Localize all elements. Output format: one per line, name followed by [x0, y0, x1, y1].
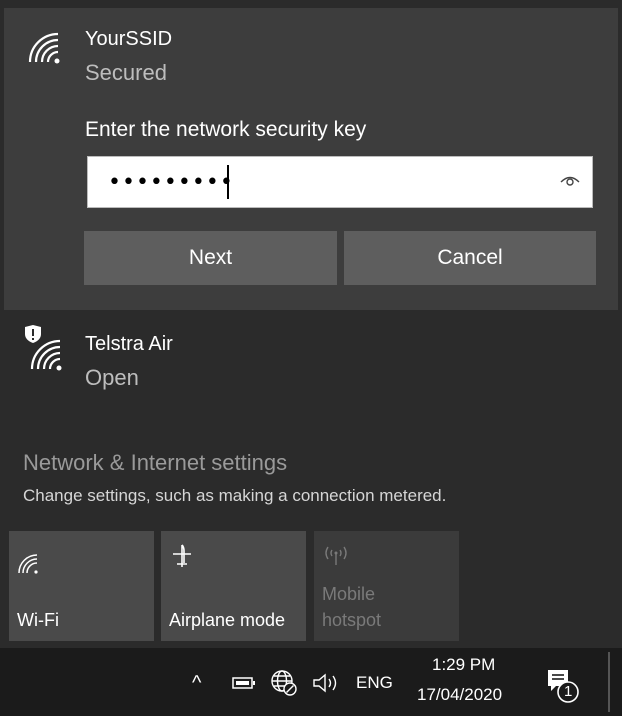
wifi-toggle-tile[interactable]: Wi-Fi: [9, 531, 154, 641]
tile-label-line2: hotspot: [322, 610, 382, 630]
security-key-input[interactable]: •••••••••: [87, 156, 593, 208]
next-button[interactable]: Next: [84, 231, 337, 285]
clock-date[interactable]: 17/04/2020: [417, 685, 502, 705]
network-settings-description: Change settings, such as making a connec…: [23, 486, 447, 505]
wifi-shield-warning-icon: [25, 325, 62, 371]
tile-label: Wi-Fi: [17, 610, 59, 630]
network-settings-link[interactable]: Network & Internet settings: [23, 450, 287, 476]
security-key-label: Enter the network security key: [85, 118, 367, 141]
hotspot-icon: [325, 546, 347, 565]
eye-icon[interactable]: [560, 173, 580, 187]
airplane-icon: [173, 544, 191, 567]
cancel-button[interactable]: Cancel: [344, 231, 596, 285]
network-name[interactable]: Telstra Air: [85, 333, 173, 356]
tile-label-line1: Mobile: [322, 584, 376, 604]
network-name: YourSSID: [85, 28, 173, 50]
show-hidden-icons-chevron[interactable]: ^: [192, 672, 201, 695]
wifi-signal-icon: [28, 32, 60, 64]
show-desktop-divider[interactable]: [608, 652, 610, 712]
airplane-mode-tile[interactable]: Airplane mode: [161, 531, 306, 641]
network-status: Secured: [85, 60, 167, 85]
input-language-indicator[interactable]: ENG: [356, 673, 393, 693]
text-caret: [227, 165, 229, 199]
network-globe-icon[interactable]: [270, 669, 298, 697]
network-status: Open: [85, 365, 139, 390]
tile-label: Airplane mode: [169, 610, 286, 630]
wifi-icon: [18, 554, 38, 574]
mobile-hotspot-tile[interactable]: Mobile hotspot: [314, 531, 459, 641]
notification-count-badge: 1: [564, 683, 573, 700]
taskbar: [0, 648, 622, 716]
battery-icon[interactable]: [232, 676, 256, 690]
clock-time[interactable]: 1:29 PM: [432, 655, 495, 675]
security-key-value: •••••••••: [108, 170, 234, 195]
volume-icon[interactable]: [312, 672, 342, 694]
